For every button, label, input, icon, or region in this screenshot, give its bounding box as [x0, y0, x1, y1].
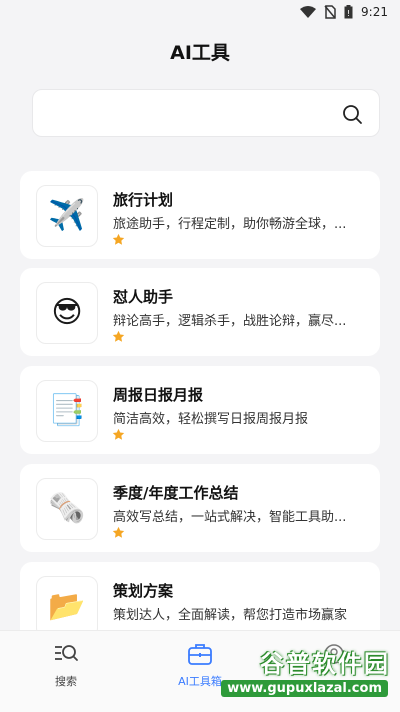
tool-card-reports[interactable]: 📑 周报日报月报 简洁高效，轻松撰写日报周报月报	[20, 366, 380, 454]
profile-icon	[324, 644, 344, 664]
tool-card-work-summary[interactable]: 🗞️ 季度/年度工作总结 高效写总结，一站式解决，智能工具助...	[20, 464, 380, 552]
wifi-icon	[300, 6, 317, 18]
nav-item-profile[interactable]	[284, 641, 384, 673]
search-icon[interactable]	[341, 103, 363, 125]
bottom-nav: 搜索 AI工具箱	[0, 630, 400, 712]
tool-name: 怼人助手	[113, 288, 174, 306]
tool-desc: 辩论高手，逻辑杀手，战胜论辩，赢尽...	[113, 314, 347, 329]
tool-desc: 旅途助手，行程定制，助你畅游全球，...	[113, 217, 347, 232]
tool-name: 策划方案	[113, 582, 174, 600]
tool-card-travel-plan[interactable]: ✈️ 旅行计划 旅途助手，行程定制，助你畅游全球，...	[20, 171, 380, 259]
toolbox-icon	[188, 644, 212, 665]
tool-desc: 策划达人，全面解读，帮您打造市场赢家	[113, 608, 348, 623]
star-icon	[112, 330, 125, 342]
nav-label: AI工具箱	[178, 675, 222, 688]
battery-icon: !	[344, 5, 353, 19]
tool-name: 周报日报月报	[113, 386, 204, 404]
tool-card-roast-assistant[interactable]: 😎 怼人助手 辩论高手，逻辑杀手，战胜论辩，赢尽...	[20, 268, 380, 356]
tool-desc: 简洁高效，轻松撰写日报周报月报	[113, 412, 309, 427]
nav-item-ai-toolbox[interactable]: AI工具箱	[150, 641, 250, 689]
search-list-icon	[55, 645, 78, 661]
no-sim-icon	[324, 5, 336, 19]
status-bar: ! 9:21	[0, 0, 400, 24]
nav-label: 搜索	[55, 675, 77, 688]
document-icon: 📑	[36, 380, 98, 442]
rolled-newspaper-icon: 🗞️	[36, 478, 98, 540]
page-title: AI工具	[170, 42, 230, 64]
status-time: 9:21	[361, 5, 388, 19]
folder-icon: 📂	[36, 576, 98, 638]
star-icon	[112, 233, 125, 245]
airplane-icon: ✈️	[36, 185, 98, 247]
sunglasses-face-icon: 😎	[36, 282, 98, 344]
tool-name: 旅行计划	[113, 191, 174, 209]
star-icon	[112, 428, 125, 440]
star-icon	[112, 526, 125, 538]
tool-name: 季度/年度工作总结	[113, 484, 239, 502]
svg-text:!: !	[347, 9, 350, 18]
nav-item-search[interactable]: 搜索	[16, 641, 116, 689]
search-input[interactable]	[32, 89, 380, 137]
tool-desc: 高效写总结，一站式解决，智能工具助...	[113, 510, 347, 525]
